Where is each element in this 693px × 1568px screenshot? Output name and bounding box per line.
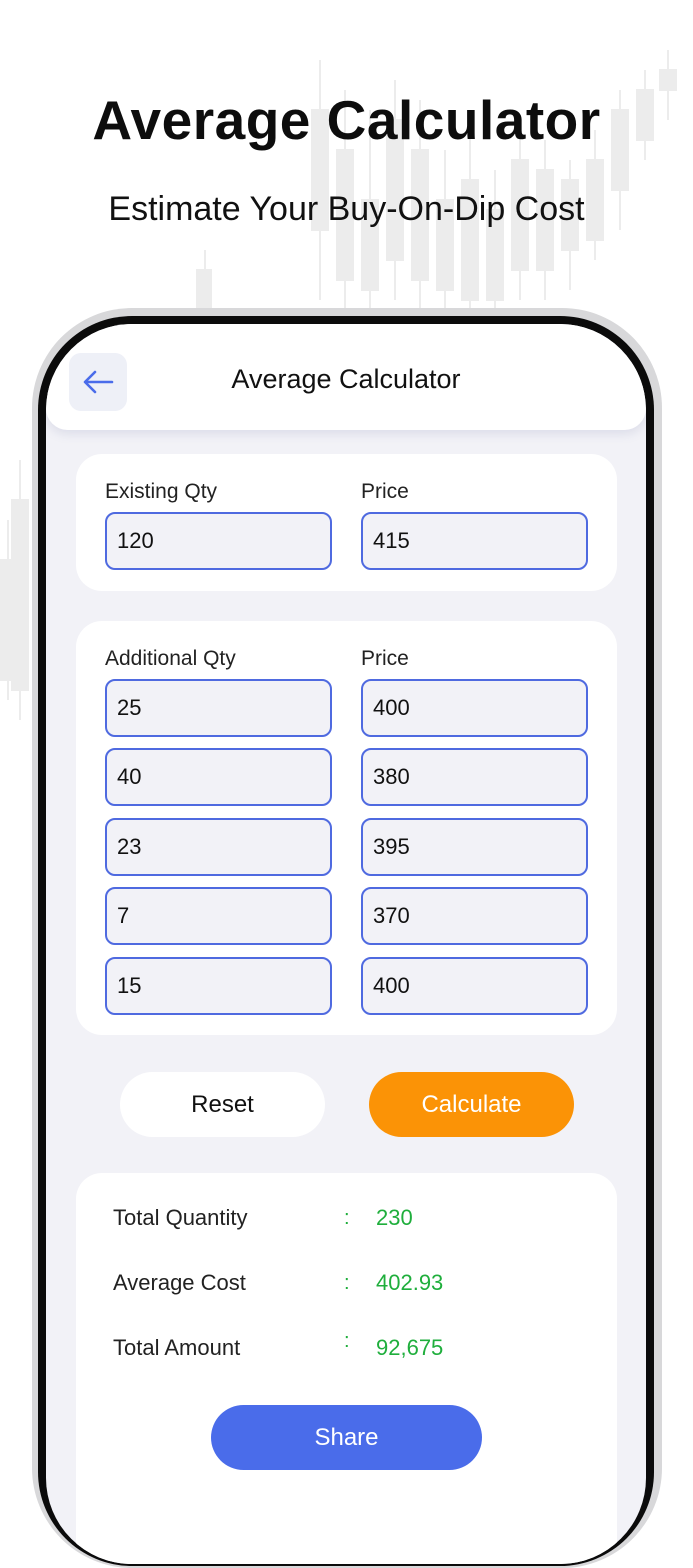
additional-qty-input-2[interactable] [105, 748, 332, 806]
average-cost-colon: : [344, 1272, 350, 1294]
average-cost-label: Average Cost [113, 1270, 246, 1295]
existing-qty-label: Existing Qty [105, 480, 218, 503]
hero-subtitle: Estimate Your Buy-On-Dip Cost [108, 190, 585, 228]
additional-price-input-4[interactable] [361, 887, 588, 945]
additional-qty-input-5[interactable] [105, 957, 332, 1015]
additional-qty-label: Additional Qty [105, 647, 236, 670]
existing-price-input[interactable] [361, 512, 588, 570]
additional-price-input-1[interactable] [361, 679, 588, 737]
additional-price-input-3[interactable] [361, 818, 588, 876]
additional-qty-input-3[interactable] [105, 818, 332, 876]
results-card: Total Quantity : 230 Average Cost : 402.… [76, 1173, 617, 1564]
total-quantity-value: 230 [376, 1205, 413, 1230]
additional-price-input-5[interactable] [361, 957, 588, 1015]
additional-price-label: Price [361, 647, 409, 670]
additional-price-input-2[interactable] [361, 748, 588, 806]
app-header: Average Calculator [46, 324, 646, 430]
total-amount-value: 92,675 [376, 1335, 444, 1360]
additional-qty-input-4[interactable] [105, 887, 332, 945]
average-cost-value: 402.93 [376, 1270, 444, 1295]
additional-purchases-card: Additional Qty Price [76, 621, 617, 1035]
share-button[interactable]: Share [211, 1405, 482, 1470]
total-quantity-label: Total Quantity [113, 1205, 248, 1230]
calculate-button[interactable]: Calculate [369, 1072, 574, 1137]
total-amount-colon: : [344, 1330, 350, 1352]
existing-price-label: Price [361, 480, 409, 503]
total-amount-label: Total Amount [113, 1335, 241, 1360]
existing-qty-input[interactable] [105, 512, 332, 570]
header-title: Average Calculator [231, 364, 461, 394]
total-quantity-colon: : [344, 1207, 350, 1229]
additional-qty-input-1[interactable] [105, 679, 332, 737]
reset-button[interactable]: Reset [120, 1072, 325, 1137]
existing-position-card: Existing Qty Price [76, 454, 617, 591]
app-screen: Average Calculator Existing Qty Price Ad… [46, 324, 646, 1564]
hero-title: Average Calculator [92, 89, 601, 151]
